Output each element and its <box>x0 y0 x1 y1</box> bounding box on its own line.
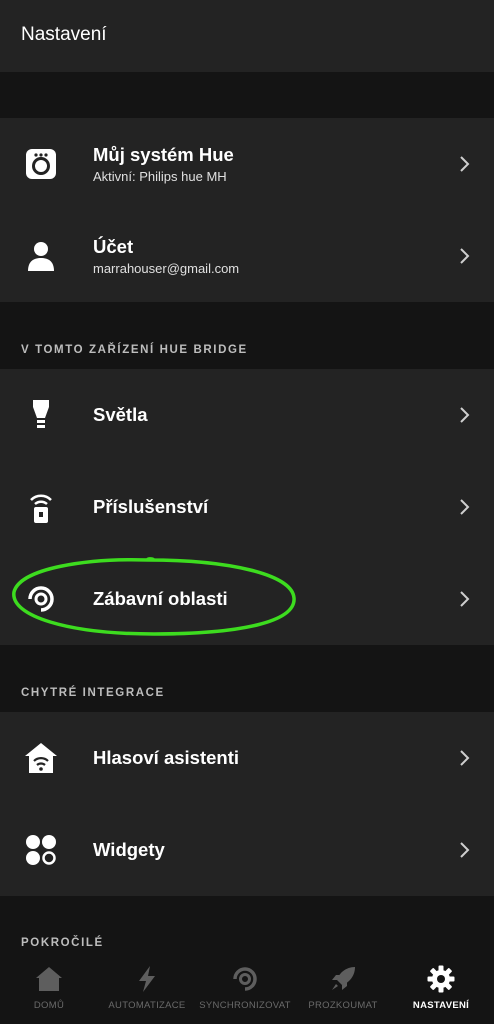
widgets-icon <box>24 833 58 867</box>
bulb-icon <box>24 398 58 432</box>
person-icon <box>24 239 58 273</box>
home-icon <box>34 964 64 994</box>
bridge-group: Světla Příslušenství Zábavní oblasti <box>0 369 494 645</box>
integrations-group: Hlasoví asistenti Widgety <box>0 712 494 896</box>
chevron-right-icon <box>458 497 472 517</box>
bottom-navigation: DOMŮ AUTOMATIZACE SYNCHRONIZOVAT PROZKOU… <box>0 958 494 1024</box>
nav-sync-label: SYNCHRONIZOVAT <box>199 1000 291 1011</box>
chevron-right-icon <box>458 154 472 174</box>
accessories-row[interactable]: Příslušenství <box>0 461 494 553</box>
nav-home[interactable]: DOMŮ <box>0 958 98 1024</box>
nav-sync[interactable]: SYNCHRONIZOVAT <box>196 958 294 1024</box>
accessories-label: Příslušenství <box>93 496 209 517</box>
nav-home-label: DOMŮ <box>33 1000 65 1011</box>
section-integrations-label: CHYTRÉ INTEGRACE <box>21 687 165 699</box>
entertainment-areas-row[interactable]: Zábavní oblasti <box>0 553 494 645</box>
voice-home-icon <box>24 741 58 775</box>
lights-row[interactable]: Světla <box>0 369 494 461</box>
gear-icon <box>426 964 456 994</box>
account-row[interactable]: Účet marrahouser@gmail.com <box>0 210 494 302</box>
section-bridge-label: V TOMTO ZAŘÍZENÍ HUE BRIDGE <box>21 344 248 356</box>
chevron-right-icon <box>458 589 472 609</box>
active-bridge-text: Aktivní: Philips hue MH <box>93 169 227 184</box>
chevron-right-icon <box>458 405 472 425</box>
nav-settings[interactable]: NASTAVENÍ <box>392 958 490 1024</box>
lightning-icon <box>132 964 162 994</box>
widgets-label: Widgety <box>93 839 165 860</box>
nav-settings-label: NASTAVENÍ <box>412 1000 470 1011</box>
account-label: Účet <box>93 236 134 257</box>
voice-assistants-label: Hlasoví asistenti <box>93 747 240 768</box>
widgets-row[interactable]: Widgety <box>0 804 494 896</box>
my-hue-system-row[interactable]: Můj systém Hue Aktivní: Philips hue MH <box>0 118 494 210</box>
sync-icon <box>230 964 260 994</box>
app-header: Nastavení <box>0 0 494 72</box>
chevron-right-icon <box>458 246 472 266</box>
nav-automations[interactable]: AUTOMATIZACE <box>98 958 196 1024</box>
remote-sensor-icon <box>24 490 58 524</box>
entertainment-area-icon <box>24 582 58 616</box>
nav-explore-label: PROZKOUMAT <box>308 1000 378 1011</box>
my-hue-system-label: Můj systém Hue <box>93 144 234 165</box>
account-email: marrahouser@gmail.com <box>93 261 240 276</box>
rocket-icon <box>328 964 358 994</box>
lights-label: Světla <box>93 404 148 425</box>
chevron-right-icon <box>458 748 472 768</box>
voice-assistants-row[interactable]: Hlasoví asistenti <box>0 712 494 804</box>
nav-automations-label: AUTOMATIZACE <box>108 1000 186 1011</box>
section-advanced-label: POKROČILÉ <box>21 937 104 949</box>
chevron-right-icon <box>458 840 472 860</box>
nav-explore[interactable]: PROZKOUMAT <box>294 958 392 1024</box>
page-title: Nastavení <box>21 24 107 45</box>
account-group: Můj systém Hue Aktivní: Philips hue MH Ú… <box>0 118 494 302</box>
entertainment-areas-label: Zábavní oblasti <box>93 588 228 609</box>
bridge-icon <box>24 147 58 181</box>
